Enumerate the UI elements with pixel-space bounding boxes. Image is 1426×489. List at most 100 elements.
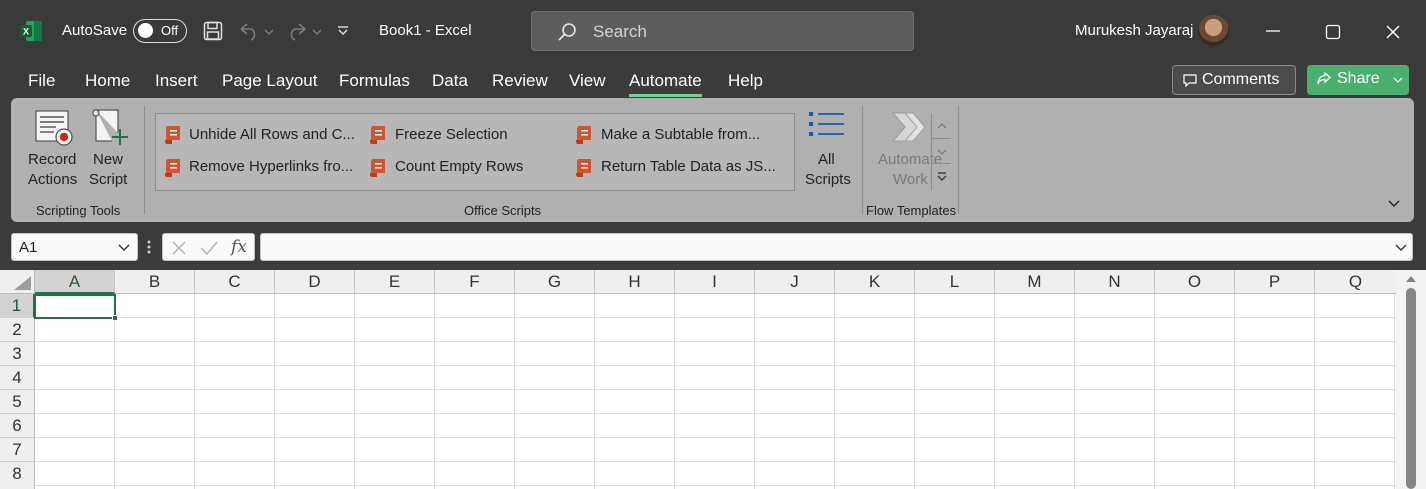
new-script-label-2[interactable]: Script: [89, 171, 127, 188]
column-header-f[interactable]: F: [435, 270, 515, 294]
cancel-icon[interactable]: [171, 240, 187, 256]
user-name[interactable]: Murukesh Jayaraj: [1075, 22, 1193, 39]
tab-page-layout[interactable]: Page Layout: [222, 71, 317, 91]
record-actions-label-1[interactable]: Record: [28, 151, 76, 168]
select-all-button[interactable]: [0, 270, 35, 294]
comments-label: Comments: [1202, 71, 1280, 88]
column-header-q[interactable]: Q: [1315, 270, 1396, 294]
column-header-i[interactable]: I: [675, 270, 755, 294]
name-box[interactable]: A1: [11, 233, 138, 261]
minimize-icon[interactable]: [1264, 24, 1282, 38]
tab-help[interactable]: Help: [728, 71, 763, 91]
new-script-label-1[interactable]: New: [93, 151, 123, 168]
column-header-n[interactable]: N: [1075, 270, 1155, 294]
maximize-icon[interactable]: [1325, 24, 1341, 40]
column-header-m[interactable]: M: [995, 270, 1075, 294]
comments-button[interactable]: Comments: [1172, 65, 1296, 95]
script-label: Unhide All Rows and C...: [189, 126, 355, 143]
row-header-6[interactable]: 6: [0, 414, 35, 438]
gallery-scroll-up[interactable]: [931, 114, 951, 139]
enter-icon[interactable]: [199, 240, 219, 256]
column-header-e[interactable]: E: [355, 270, 435, 294]
column-header-c[interactable]: C: [195, 270, 275, 294]
all-scripts-label-2[interactable]: Scripts: [805, 171, 851, 188]
tab-file[interactable]: File: [28, 71, 55, 91]
search-box[interactable]: Search: [531, 11, 914, 51]
tab-review[interactable]: Review: [492, 71, 548, 91]
more-options-icon[interactable]: [146, 239, 152, 255]
record-actions-label-2[interactable]: Actions: [28, 171, 77, 188]
script-label: Remove Hyperlinks fro...: [189, 158, 354, 175]
column-header-o[interactable]: O: [1155, 270, 1235, 294]
column-header-d[interactable]: D: [275, 270, 355, 294]
tab-data[interactable]: Data: [432, 71, 468, 91]
customize-toolbar-icon[interactable]: [336, 24, 350, 38]
office-scripts-gallery: Unhide All Rows and C... Freeze Selectio…: [155, 113, 951, 191]
user-avatar[interactable]: [1198, 15, 1229, 46]
undo-icon[interactable]: [237, 21, 277, 41]
tab-formulas[interactable]: Formulas: [339, 71, 410, 91]
search-icon: [558, 23, 576, 41]
share-icon: [1317, 72, 1331, 85]
tab-insert[interactable]: Insert: [155, 71, 198, 91]
close-icon[interactable]: [1385, 24, 1401, 40]
autosave-toggle[interactable]: Off: [133, 19, 187, 43]
chevron-up-icon: [937, 123, 947, 129]
ribbon-separator: [862, 106, 863, 214]
collapse-ribbon-icon[interactable]: [1387, 199, 1401, 209]
row-header-8[interactable]: 8: [0, 462, 35, 489]
script-item[interactable]: Freeze Selection: [361, 114, 561, 152]
autosave-label: AutoSave: [62, 22, 128, 39]
vertical-scrollbar[interactable]: [1396, 270, 1426, 489]
tab-view[interactable]: View: [569, 71, 606, 91]
row-header-7[interactable]: 7: [0, 438, 35, 462]
row-header-5[interactable]: 5: [0, 390, 35, 414]
column-header-j[interactable]: J: [755, 270, 835, 294]
script-item[interactable]: Return Table Data as JS...: [567, 152, 776, 190]
script-icon: [370, 159, 385, 177]
script-item[interactable]: Remove Hyperlinks fro...: [156, 152, 356, 190]
scroll-up-icon[interactable]: [1405, 274, 1417, 283]
tab-home[interactable]: Home: [85, 71, 130, 91]
column-header-l[interactable]: L: [915, 270, 995, 294]
script-item[interactable]: Make a Subtable from...: [567, 114, 767, 152]
chevron-down-icon: [937, 149, 947, 155]
active-cell-a1[interactable]: [34, 294, 118, 321]
row-header-1[interactable]: 1: [0, 294, 35, 318]
column-header-b[interactable]: B: [115, 270, 195, 294]
redo-icon[interactable]: [285, 21, 325, 41]
fill-handle[interactable]: [112, 315, 118, 321]
automate-work-label-2[interactable]: Work: [893, 171, 928, 188]
scrollbar-thumb[interactable]: [1406, 288, 1416, 489]
select-all-icon: [14, 276, 31, 290]
new-script-icon: [92, 109, 128, 145]
script-label: Make a Subtable from...: [601, 126, 761, 143]
column-header-p[interactable]: P: [1235, 270, 1315, 294]
row-header-2[interactable]: 2: [0, 318, 35, 342]
share-button[interactable]: Share: [1307, 65, 1409, 95]
chevron-down-icon[interactable]: [118, 243, 130, 252]
formula-input[interactable]: [260, 233, 1413, 261]
column-header-a[interactable]: A: [35, 270, 115, 294]
script-item[interactable]: Count Empty Rows: [361, 152, 561, 190]
save-icon[interactable]: [203, 21, 223, 41]
all-scripts-label-1[interactable]: All: [818, 151, 835, 168]
insert-function-icon[interactable]: fx: [231, 237, 247, 257]
excel-window: X AutoSave Off Book1 - Excel Search Muru…: [0, 0, 1426, 489]
automate-work-icon: [891, 112, 926, 142]
row-header-4[interactable]: 4: [0, 366, 35, 390]
column-header-k[interactable]: K: [835, 270, 915, 294]
document-title: Book1 - Excel: [379, 22, 472, 39]
column-header-g[interactable]: G: [515, 270, 595, 294]
column-header-h[interactable]: H: [595, 270, 675, 294]
cell-grid[interactable]: [35, 294, 1396, 489]
tab-automate[interactable]: Automate: [629, 71, 702, 97]
expand-formula-bar-icon[interactable]: [1395, 243, 1407, 252]
formula-controls: fx: [162, 233, 255, 261]
chevron-down-icon[interactable]: [1393, 76, 1403, 84]
gallery-expand[interactable]: [931, 164, 951, 190]
gallery-scroll-down[interactable]: [931, 139, 951, 164]
share-label: Share: [1337, 70, 1380, 87]
row-header-3[interactable]: 3: [0, 342, 35, 366]
script-item[interactable]: Unhide All Rows and C...: [156, 114, 356, 152]
